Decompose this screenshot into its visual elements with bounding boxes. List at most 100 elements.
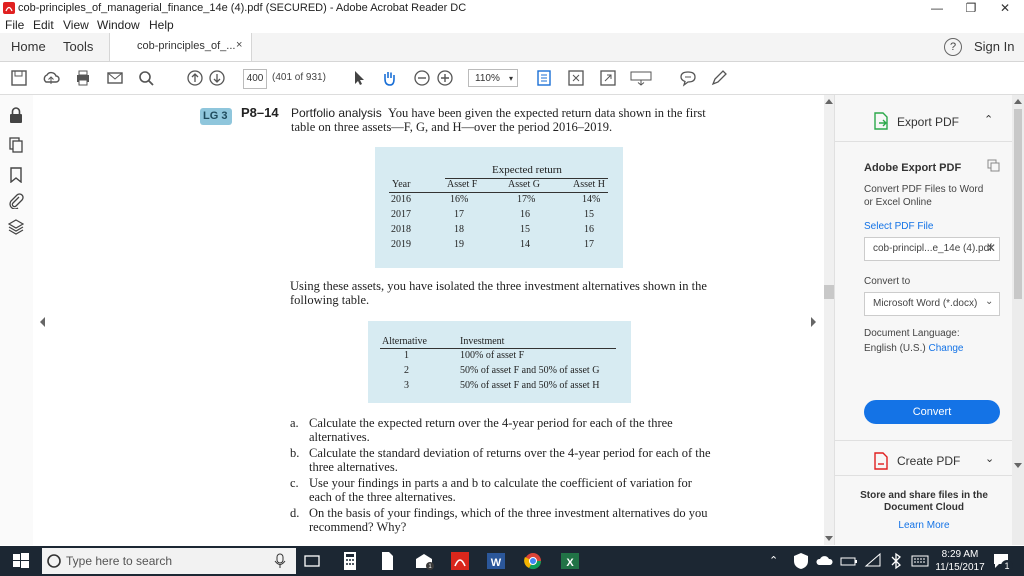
security-shield-icon[interactable] xyxy=(791,551,811,571)
tab-tools[interactable]: Tools xyxy=(63,39,93,54)
excel-taskbar-icon[interactable]: X xyxy=(560,551,580,571)
zoom-out-icon[interactable] xyxy=(413,69,431,87)
zoom-in-icon[interactable] xyxy=(436,69,454,87)
onedrive-cloud-icon[interactable] xyxy=(815,551,835,571)
collapse-left-icon[interactable] xyxy=(39,317,47,327)
problem-number: P8–14 xyxy=(241,105,279,120)
scrollbar-thumb[interactable] xyxy=(824,285,834,299)
table1-cell: 2016 xyxy=(391,194,411,205)
convert-button[interactable]: Convert xyxy=(864,400,1000,424)
table1-cell: 14% xyxy=(582,194,601,205)
word-taskbar-icon[interactable]: W xyxy=(486,551,506,571)
mail-app-icon[interactable]: 1 xyxy=(414,551,434,571)
convert-to-label: Convert to xyxy=(864,276,911,287)
clock[interactable]: 8:29 AM 11/15/2017 xyxy=(934,548,986,574)
save-icon[interactable] xyxy=(10,69,28,87)
scroll-up-icon[interactable] xyxy=(825,98,833,104)
keyboard-icon[interactable] xyxy=(910,551,930,571)
page-thumbnails-icon[interactable] xyxy=(8,137,24,153)
zoom-select[interactable]: 110% ▾ xyxy=(468,69,518,87)
convert-description-2: or Excel Online xyxy=(864,197,932,208)
format-dropdown[interactable]: Microsoft Word (*.docx) ⌄ xyxy=(864,292,1000,316)
expand-right-icon[interactable] xyxy=(809,317,817,327)
left-navigation-rail xyxy=(0,95,34,545)
calculator-icon[interactable] xyxy=(340,551,360,571)
table1-cell: 16 xyxy=(520,209,530,220)
expand-chevron-icon[interactable]: ⌄ xyxy=(985,452,994,465)
table2-cell: 2 xyxy=(404,365,409,376)
acrobat-taskbar-icon[interactable] xyxy=(450,551,470,571)
chrome-icon[interactable] xyxy=(523,551,543,571)
hand-tool-icon[interactable] xyxy=(380,69,398,87)
export-pdf-header[interactable]: Export PDF xyxy=(897,115,959,129)
bluetooth-devices-icon[interactable] xyxy=(886,551,906,571)
learn-more-link[interactable]: Learn More xyxy=(835,520,1013,531)
print-icon[interactable] xyxy=(74,69,92,87)
tab-close-icon[interactable]: × xyxy=(236,39,242,51)
fit-page-icon[interactable] xyxy=(535,69,553,87)
select-pdf-link[interactable]: Select PDF File xyxy=(864,221,933,232)
table1-cell: 17% xyxy=(517,194,536,205)
mid-line-2: following table. xyxy=(290,293,370,307)
rotate-view-icon[interactable] xyxy=(567,69,585,87)
close-window-button[interactable]: ✕ xyxy=(988,0,1022,17)
document-language-value: English (U.S.) Change xyxy=(864,343,964,354)
comment-icon[interactable] xyxy=(679,69,697,87)
sign-in-link[interactable]: Sign In xyxy=(974,39,1014,54)
scrollbar-thumb[interactable] xyxy=(1014,109,1022,299)
select-cursor-icon[interactable] xyxy=(350,69,368,87)
create-pdf-tool[interactable]: Create PDF xyxy=(897,454,960,468)
tab-document[interactable]: cob-principles_of_... × xyxy=(109,33,252,61)
attachment-icon[interactable] xyxy=(8,193,24,209)
document-scrollbar[interactable] xyxy=(824,95,834,545)
scroll-down-icon[interactable] xyxy=(825,536,833,542)
copy-icon[interactable] xyxy=(987,159,1001,173)
microphone-icon[interactable] xyxy=(274,553,286,569)
table1-header-year: Year xyxy=(392,179,411,190)
keyboard-scroll-icon[interactable] xyxy=(630,69,652,87)
bookmark-icon[interactable] xyxy=(8,167,24,183)
zoom-value: 110% xyxy=(475,73,500,84)
upload-cloud-icon[interactable] xyxy=(42,69,60,87)
collapse-chevron-icon[interactable]: ⌃ xyxy=(984,113,993,126)
battery-icon[interactable] xyxy=(839,551,859,571)
notification-count-badge: 1 xyxy=(1001,560,1013,572)
investment-alternatives-table: Alternative Investment 1 100% of asset F… xyxy=(368,321,631,403)
menu-view[interactable]: View xyxy=(63,18,89,32)
scroll-down-icon[interactable] xyxy=(1014,463,1022,469)
tools-pane-scrollbar[interactable] xyxy=(1012,95,1024,545)
next-page-icon[interactable] xyxy=(208,69,226,87)
table2-cell: 50% of asset F and 50% of asset G xyxy=(460,365,600,376)
menu-window[interactable]: Window xyxy=(97,18,140,32)
full-screen-icon[interactable] xyxy=(599,69,617,87)
maximize-button[interactable]: ❐ xyxy=(954,0,988,17)
document-app-icon[interactable] xyxy=(377,551,397,571)
help-icon[interactable]: ? xyxy=(944,38,962,56)
search-icon[interactable] xyxy=(137,69,155,87)
window-title: cob-principles_of_managerial_finance_14e… xyxy=(18,2,467,14)
show-hidden-icons-icon[interactable]: ⌃ xyxy=(769,554,778,567)
lock-icon[interactable] xyxy=(8,107,24,123)
task-view-icon[interactable] xyxy=(302,551,322,571)
document-cloud-promo: Store and share files in the Document Cl… xyxy=(860,490,988,513)
sign-pen-icon[interactable] xyxy=(710,69,728,87)
menu-edit[interactable]: Edit xyxy=(33,18,54,32)
email-icon[interactable] xyxy=(106,69,124,87)
tab-home[interactable]: Home xyxy=(11,39,46,54)
page-number-input[interactable]: 400 xyxy=(243,69,267,89)
table1-cell: 15 xyxy=(584,209,594,220)
wifi-icon[interactable] xyxy=(863,551,883,571)
table2-cell: 3 xyxy=(404,380,409,391)
remove-file-icon[interactable]: ✕ xyxy=(986,241,996,255)
minimize-button[interactable]: — xyxy=(920,0,954,17)
mid-line-1: Using these assets, you have isolated th… xyxy=(290,279,707,293)
selected-file-field[interactable]: cob-principl...e_14e (4).pdf ✕ xyxy=(864,237,1000,261)
scroll-up-icon[interactable] xyxy=(1014,98,1022,104)
taskbar-search-box[interactable]: Type here to search xyxy=(42,548,296,574)
change-language-link[interactable]: Change xyxy=(928,343,963,354)
windows-start-icon[interactable] xyxy=(11,551,31,571)
previous-page-icon[interactable] xyxy=(186,69,204,87)
menu-file[interactable]: File xyxy=(5,18,24,32)
layers-icon[interactable] xyxy=(8,219,24,235)
menu-help[interactable]: Help xyxy=(149,18,174,32)
